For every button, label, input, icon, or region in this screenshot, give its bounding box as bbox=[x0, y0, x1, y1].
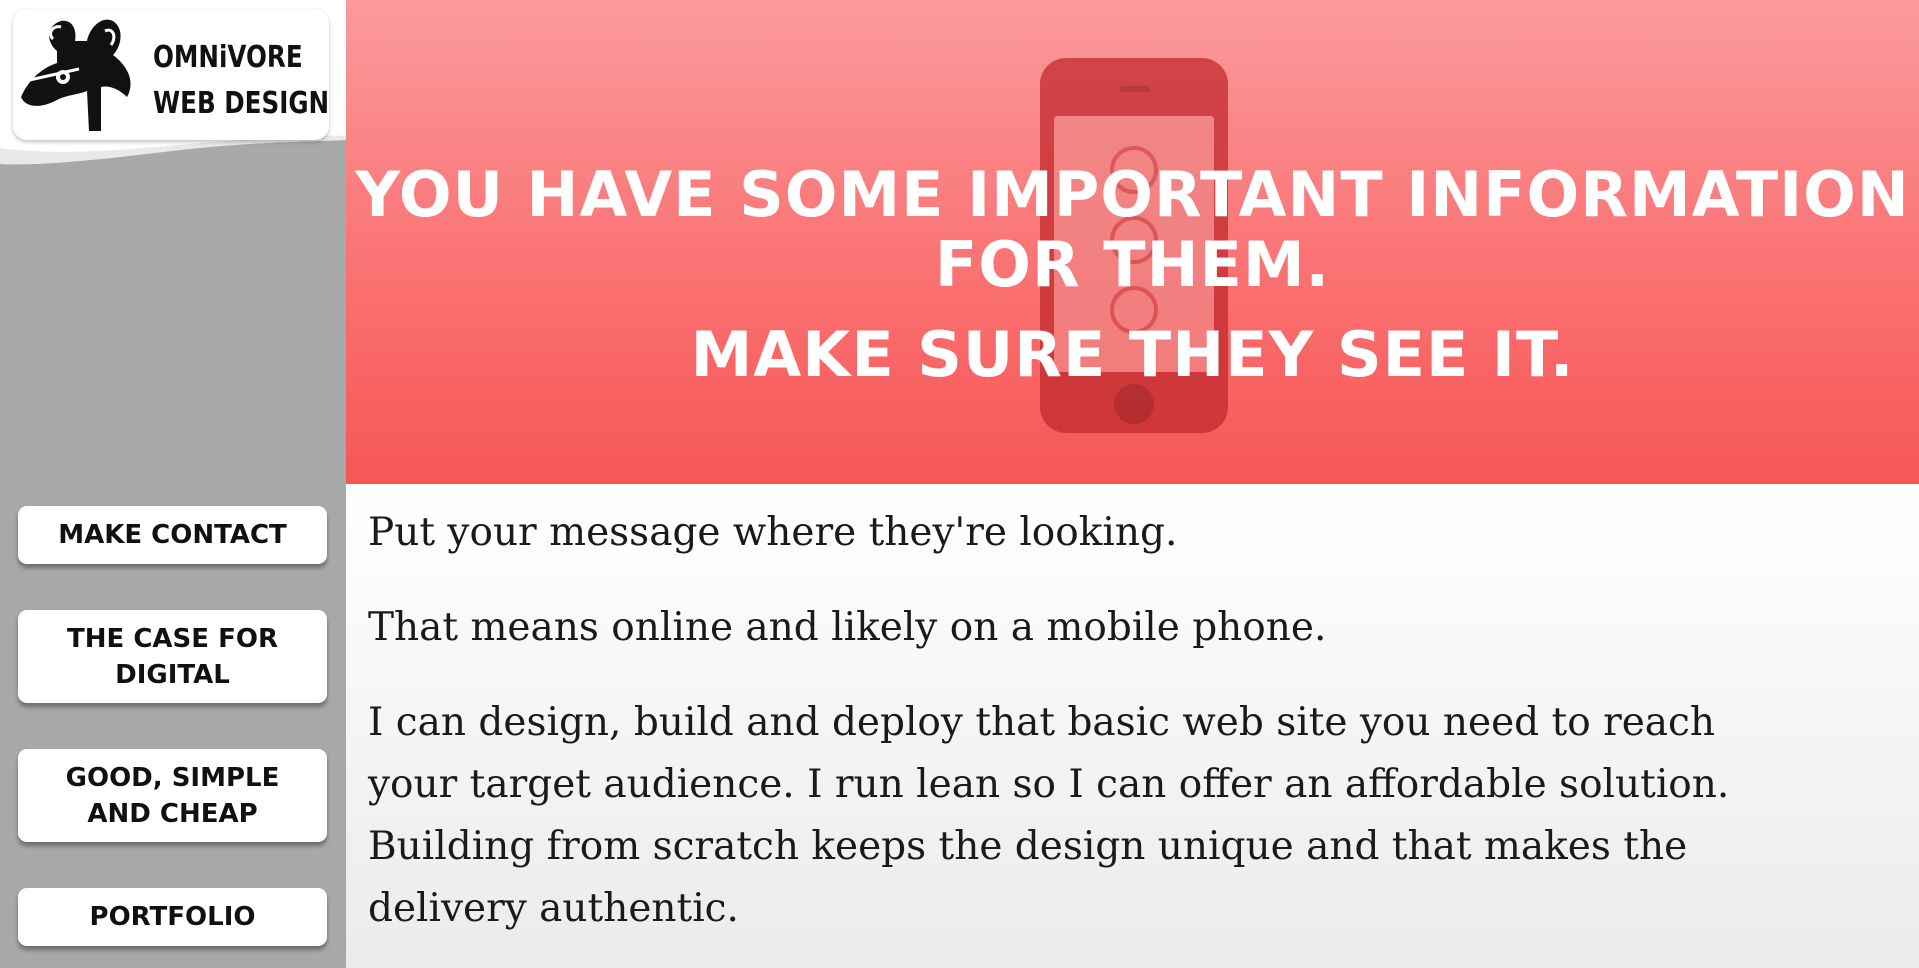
nav-case-for-digital-label-1: THE CASE FOR bbox=[67, 623, 278, 654]
nav-case-for-digital-label-2: DIGITAL bbox=[115, 659, 230, 690]
nav-good-simple-cheap-button[interactable]: GOOD, SIMPLE AND CHEAP bbox=[18, 749, 327, 842]
main-content: Put your message where they're looking. … bbox=[346, 484, 1919, 968]
nav-make-contact-button[interactable]: MAKE CONTACT bbox=[18, 506, 327, 564]
nav-portfolio-button[interactable]: PORTFOLIO bbox=[18, 888, 327, 946]
intro-paragraph-2: That means online and likely on a mobile… bbox=[368, 605, 1327, 650]
nav-case-for-digital-button[interactable]: THE CASE FOR DIGITAL bbox=[18, 610, 327, 703]
intro-paragraph-1: Put your message where they're looking. bbox=[368, 510, 1178, 555]
sidebar: OMNiVORE WEB DESIGN MAKE CONTACT THE CAS… bbox=[0, 0, 346, 968]
hero-headline-line-2: MAKE SURE THEY SEE IT. bbox=[690, 318, 1575, 391]
logo-line-2: WEB DESIGN bbox=[153, 86, 330, 121]
logo-text: OMNiVORE WEB DESIGN bbox=[153, 35, 329, 127]
hero-headline: YOU HAVE SOME IMPORTANT INFORMATION FOR … bbox=[346, 160, 1919, 390]
nav-good-simple-cheap-label-1: GOOD, SIMPLE bbox=[65, 762, 280, 793]
badger-logo-icon bbox=[21, 19, 131, 131]
logo-link[interactable]: OMNiVORE WEB DESIGN bbox=[13, 9, 329, 140]
phone-speaker bbox=[1120, 86, 1150, 92]
logo-line-1: OMNiVORE bbox=[153, 40, 303, 75]
hero-banner: YOU HAVE SOME IMPORTANT INFORMATION FOR … bbox=[346, 0, 1919, 484]
nav-good-simple-cheap-label-2: AND CHEAP bbox=[87, 798, 258, 829]
intro-paragraph-3: I can design, build and deploy that basi… bbox=[368, 700, 1730, 931]
hero-headline-line-1: YOU HAVE SOME IMPORTANT INFORMATION FOR … bbox=[355, 158, 1910, 301]
nav-make-contact-label: MAKE CONTACT bbox=[58, 520, 287, 550]
logo-area: OMNiVORE WEB DESIGN bbox=[0, 0, 346, 168]
nav-portfolio-label: PORTFOLIO bbox=[89, 902, 256, 932]
